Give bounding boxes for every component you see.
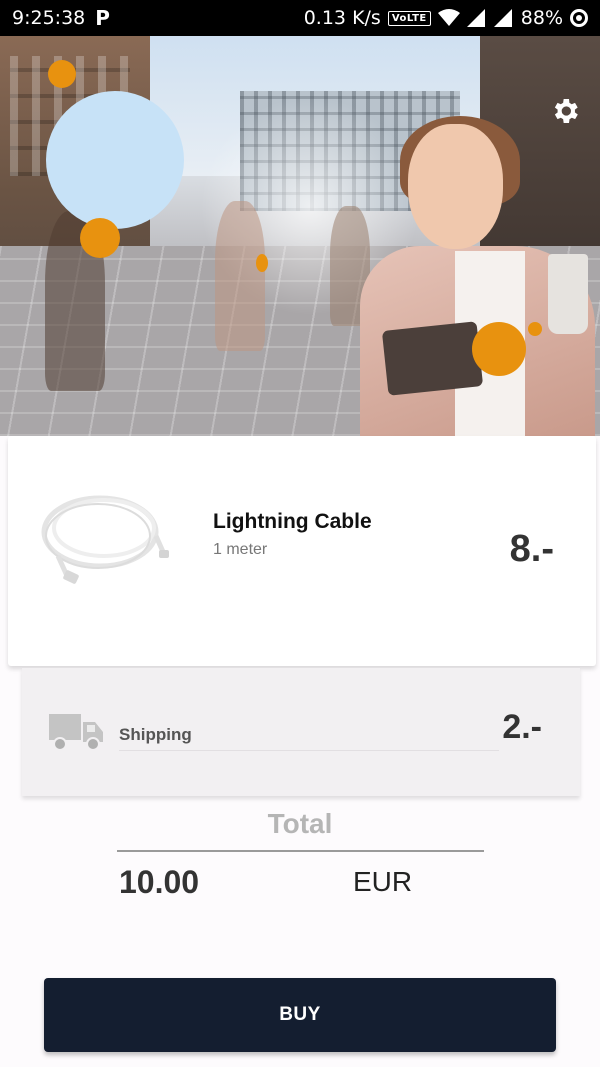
- volte-badge: VoLTE: [387, 10, 431, 26]
- buy-button[interactable]: BUY: [44, 978, 556, 1052]
- shipping-price: 2.-: [502, 708, 542, 746]
- signal-icon: [493, 9, 512, 27]
- product-name: Lightning Cable: [213, 510, 372, 533]
- hero-banner: [0, 36, 600, 436]
- decorative-dot: [48, 60, 76, 88]
- total-divider: [117, 850, 484, 852]
- battery-saver-icon: [570, 9, 588, 27]
- battery-level: 88%: [520, 7, 563, 29]
- network-speed: 0.13 K/s: [303, 7, 381, 29]
- product-subtitle: 1 meter: [213, 541, 268, 558]
- checkout-screen: 9:25:38 P 0.13 K/s VoLTE 88% Lightning C…: [0, 0, 600, 1067]
- truck-icon: [49, 714, 103, 751]
- decorative-dot: [80, 218, 120, 258]
- cable-image: [41, 495, 169, 584]
- shipping-label: Shipping: [119, 725, 192, 744]
- wifi-icon: [437, 9, 460, 26]
- status-bar: 9:25:38 P 0.13 K/s VoLTE 88%: [0, 0, 600, 36]
- decorative-dot: [528, 322, 542, 336]
- parking-notification-icon: P: [95, 6, 110, 30]
- total-amount: 10.00: [119, 864, 200, 900]
- total-currency: EUR: [353, 866, 413, 897]
- shipping-divider: [119, 750, 499, 751]
- decorative-circle-blue: [46, 91, 184, 229]
- product-card[interactable]: Lightning Cable 1 meter 8.-: [8, 436, 596, 666]
- settings-button[interactable]: [548, 94, 582, 128]
- shipping-card: Shipping 2.-: [22, 668, 580, 796]
- decorative-dot: [472, 322, 526, 376]
- gear-icon: [554, 99, 578, 123]
- status-time: 9:25:38: [12, 7, 86, 29]
- signal-x-icon: [466, 9, 485, 27]
- decorative-dot: [256, 254, 268, 272]
- product-price: 8.-: [509, 528, 554, 570]
- total-label: Total: [267, 808, 333, 839]
